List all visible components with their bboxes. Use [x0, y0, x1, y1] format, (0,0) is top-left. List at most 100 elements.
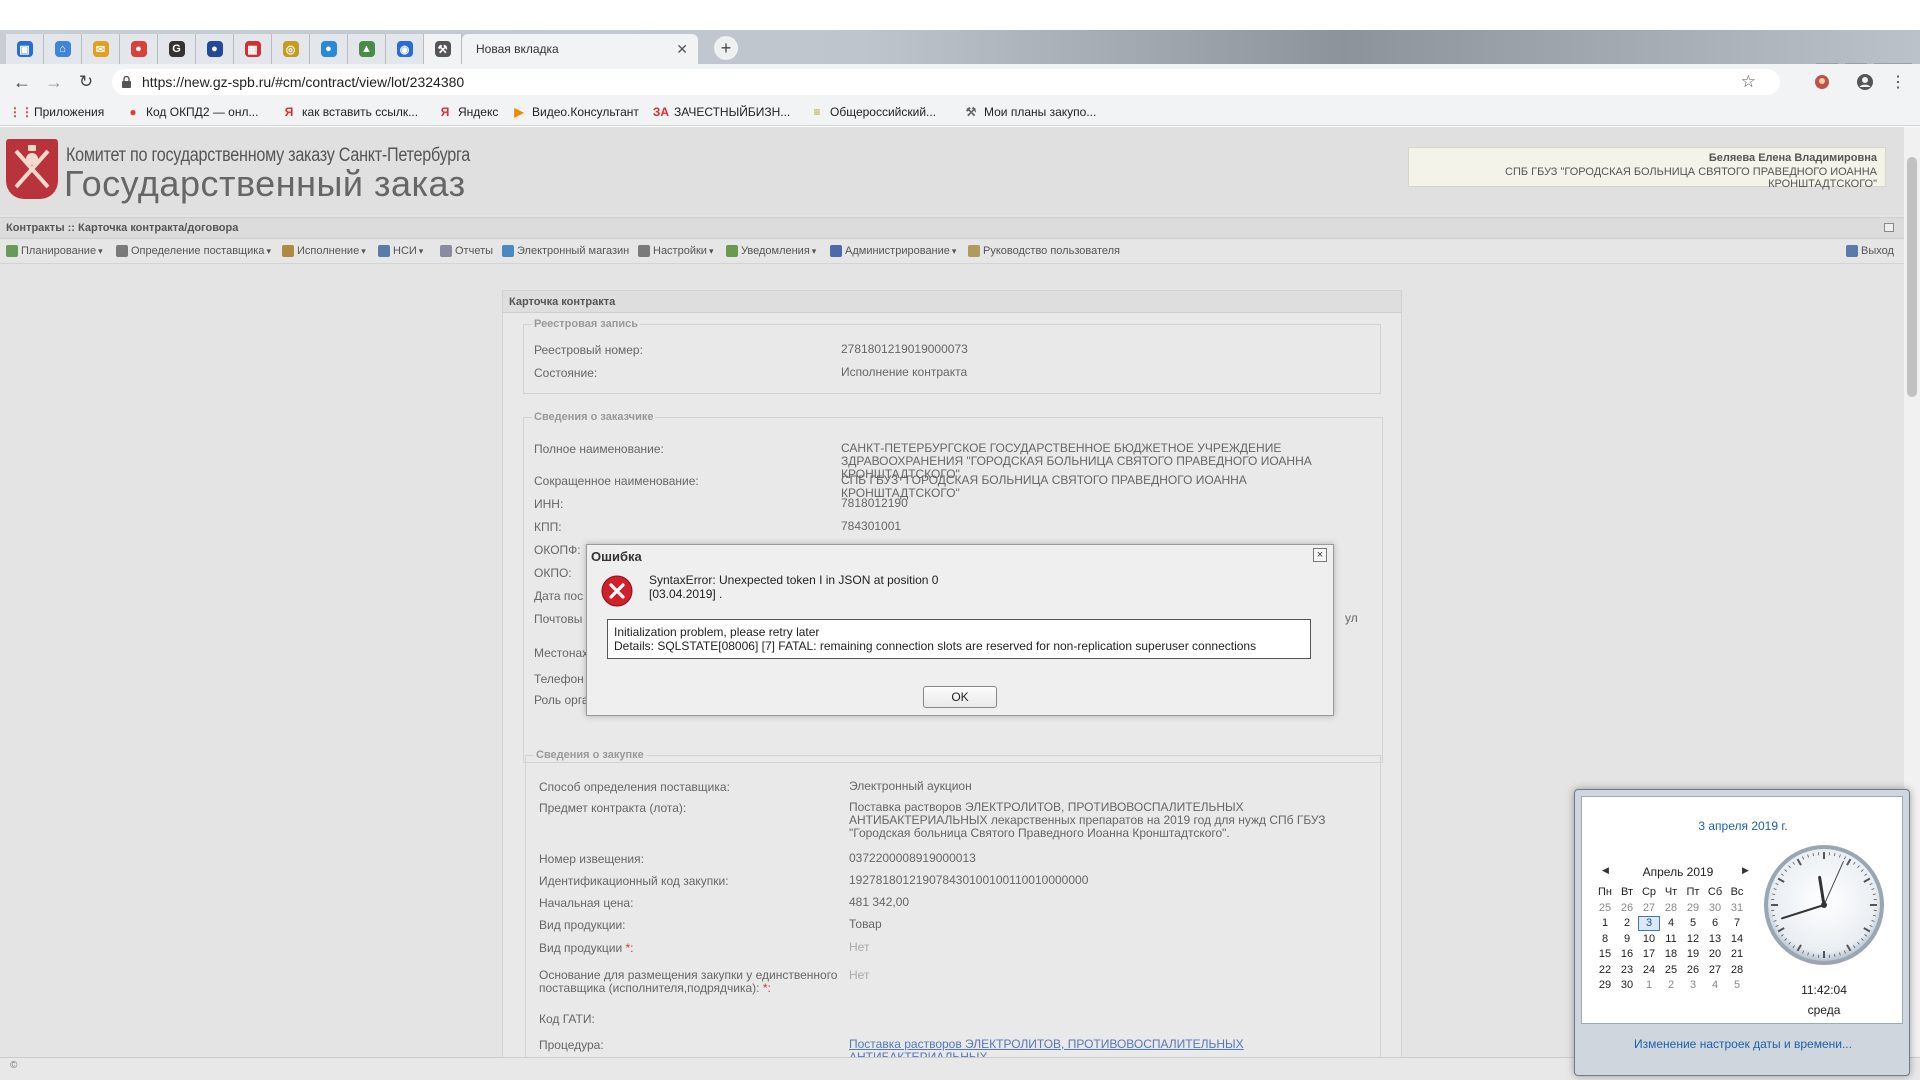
pinned-tab[interactable]: G — [158, 34, 196, 64]
menu-item[interactable]: Отчеты — [440, 245, 493, 257]
pinned-tab[interactable]: ● — [310, 34, 348, 64]
reload-icon[interactable]: ↻ — [76, 72, 96, 92]
calendar-day[interactable]: 29 — [1594, 978, 1616, 993]
new-tab-button[interactable]: + — [714, 36, 738, 60]
bookmark-item[interactable]: Я Яндекс — [438, 105, 499, 119]
bookmark-item[interactable]: ▶ Видео.Консультант — [512, 105, 639, 119]
tab-close-icon[interactable]: ✕ — [676, 41, 688, 58]
pinned-tab[interactable]: ● — [196, 34, 234, 64]
bookmark-item[interactable]: ЗА ЗАЧЕСТНЫЙБИЗН... — [653, 105, 790, 119]
pinned-tab[interactable]: ✉ — [82, 34, 120, 64]
calendar-day[interactable]: 5 — [1682, 916, 1704, 931]
pinned-tab[interactable]: ⌂ — [44, 34, 82, 64]
scrollbar-thumb[interactable] — [1907, 157, 1917, 397]
calendar-day[interactable]: 25 — [1660, 963, 1682, 978]
calendar-day[interactable]: 4 — [1704, 978, 1726, 993]
extension-icon[interactable] — [1812, 72, 1832, 92]
back-arrow-icon[interactable]: ← — [12, 72, 32, 92]
menu-item[interactable]: Настройки ▾ — [638, 245, 713, 257]
field-label: Вид продукции *: — [539, 941, 634, 955]
calendar-day[interactable]: 31 — [1726, 901, 1748, 916]
calendar-day[interactable]: 23 — [1616, 963, 1638, 978]
profile-icon[interactable] — [1855, 72, 1875, 92]
calendar-day[interactable]: 27 — [1704, 963, 1726, 978]
calendar-day[interactable]: 5 — [1726, 978, 1748, 993]
bookmark-item[interactable]: ≡ Общероссийский... — [810, 105, 936, 119]
bookmark-item[interactable]: ⚒ Мои планы закупо... — [964, 105, 1097, 119]
calendar-day[interactable]: 27 — [1638, 901, 1660, 916]
calendar-day[interactable]: 19 — [1682, 947, 1704, 962]
error-details-box[interactable]: Initialization problem, please retry lat… — [607, 619, 1311, 659]
calendar-day[interactable]: 20 — [1704, 947, 1726, 962]
calendar-day[interactable]: 11 — [1660, 932, 1682, 947]
calendar-day[interactable]: 9 — [1616, 932, 1638, 947]
next-month-icon[interactable]: ▶ — [1742, 865, 1749, 876]
calendar-day[interactable]: 16 — [1616, 947, 1638, 962]
pinned-tab[interactable]: ▲ — [348, 34, 386, 64]
bookmark-item[interactable]: ⋮⋮ Приложения — [9, 105, 104, 119]
browser-toolbar: ← → ↻ https://new.gz-spb.ru/#cm/contract… — [0, 64, 1920, 100]
calendar-day[interactable]: 10 — [1638, 932, 1660, 947]
calendar-day[interactable]: 6 — [1704, 916, 1726, 931]
calendar-day[interactable]: 30 — [1616, 978, 1638, 993]
calendar-day[interactable]: 12 — [1682, 932, 1704, 947]
bookmark-label: Яндекс — [458, 105, 499, 119]
menu-item[interactable]: Определение поставщика ▾ — [116, 245, 271, 257]
menu-item[interactable]: Уведомления ▾ — [726, 245, 816, 257]
field-label: Местонах — [534, 646, 588, 660]
browser-menu-icon[interactable]: ⋮ — [1888, 72, 1908, 92]
calendar-day[interactable]: 1 — [1638, 978, 1660, 993]
bookmark-star-icon[interactable]: ☆ — [1741, 72, 1756, 92]
pinned-tab[interactable]: ◉ — [386, 34, 424, 64]
calendar-month-label[interactable]: Апрель 2019 — [1622, 865, 1734, 879]
calendar-day[interactable]: 28 — [1660, 901, 1682, 916]
collapse-header-button[interactable] — [1884, 223, 1894, 232]
menu-item[interactable]: Исполнение ▾ — [282, 245, 366, 257]
tab-new-tab[interactable]: Новая вкладка ✕ — [462, 34, 698, 64]
calendar-day[interactable]: 2 — [1616, 916, 1638, 931]
pinned-tab[interactable]: ● — [120, 34, 158, 64]
logout-button[interactable]: Выход — [1846, 245, 1894, 257]
address-bar[interactable]: https://new.gz-spb.ru/#cm/contract/view/… — [112, 69, 1780, 95]
calendar-day[interactable]: 26 — [1616, 901, 1638, 916]
calendar-day[interactable]: 17 — [1638, 947, 1660, 962]
forward-arrow-icon[interactable]: → — [44, 72, 64, 92]
calendar-day[interactable]: 15 — [1594, 947, 1616, 962]
menu-item[interactable]: НСИ ▾ — [378, 245, 423, 257]
calendar-day[interactable]: 2 — [1660, 978, 1682, 993]
calendar-day[interactable]: 21 — [1726, 947, 1748, 962]
menu-item[interactable]: Планирование ▾ — [6, 245, 103, 257]
pinned-tab[interactable]: ◎ — [272, 34, 310, 64]
calendar-day[interactable]: 22 — [1594, 963, 1616, 978]
ok-button[interactable]: OK — [923, 686, 997, 708]
pinned-tab[interactable]: ▦ — [234, 34, 272, 64]
calendar-day[interactable]: 8 — [1594, 932, 1616, 947]
calendar-day[interactable]: 29 — [1682, 901, 1704, 916]
pinned-tab[interactable]: ⚒ — [424, 34, 462, 64]
calendar-day[interactable]: 30 — [1704, 901, 1726, 916]
menu-item[interactable]: Администрирование ▾ — [830, 245, 956, 257]
calendar-day[interactable]: 28 — [1726, 963, 1748, 978]
menu-item[interactable]: Электронный магазин — [502, 245, 629, 257]
calendar-day[interactable]: 26 — [1682, 963, 1704, 978]
previous-month-icon[interactable]: ◀ — [1602, 865, 1609, 876]
menu-item[interactable]: Руководство пользователя — [968, 245, 1120, 257]
calendar-day[interactable]: 25 — [1594, 901, 1616, 916]
current-date-link[interactable]: 3 апреля 2019 г. — [1582, 819, 1904, 833]
calendar-day[interactable]: 1 — [1594, 916, 1616, 931]
dialog-close-icon[interactable]: × — [1313, 548, 1327, 562]
procedure-link[interactable]: Поставка растворов ЭЛЕКТРОЛИТОВ, ПРОТИВО… — [849, 1038, 1369, 1058]
pinned-tab[interactable]: ▣ — [6, 34, 44, 64]
calendar-day[interactable]: 13 — [1704, 932, 1726, 947]
calendar-day[interactable]: 18 — [1660, 947, 1682, 962]
book-icon: ≡ — [813, 105, 821, 119]
change-date-time-settings-link[interactable]: Изменение настроек даты и времени... — [1575, 1037, 1911, 1051]
calendar-day[interactable]: 4 — [1660, 916, 1682, 931]
calendar-day-today[interactable]: 3 — [1638, 916, 1660, 932]
calendar-day[interactable]: 3 — [1682, 978, 1704, 993]
bookmark-item[interactable]: Якак вставить ссылк... — [282, 105, 418, 119]
bookmark-item[interactable]: ● Код ОКПД2 — онл... — [126, 105, 258, 119]
calendar-day[interactable]: 7 — [1726, 916, 1748, 931]
calendar-day[interactable]: 14 — [1726, 932, 1748, 947]
calendar-day[interactable]: 24 — [1638, 963, 1660, 978]
